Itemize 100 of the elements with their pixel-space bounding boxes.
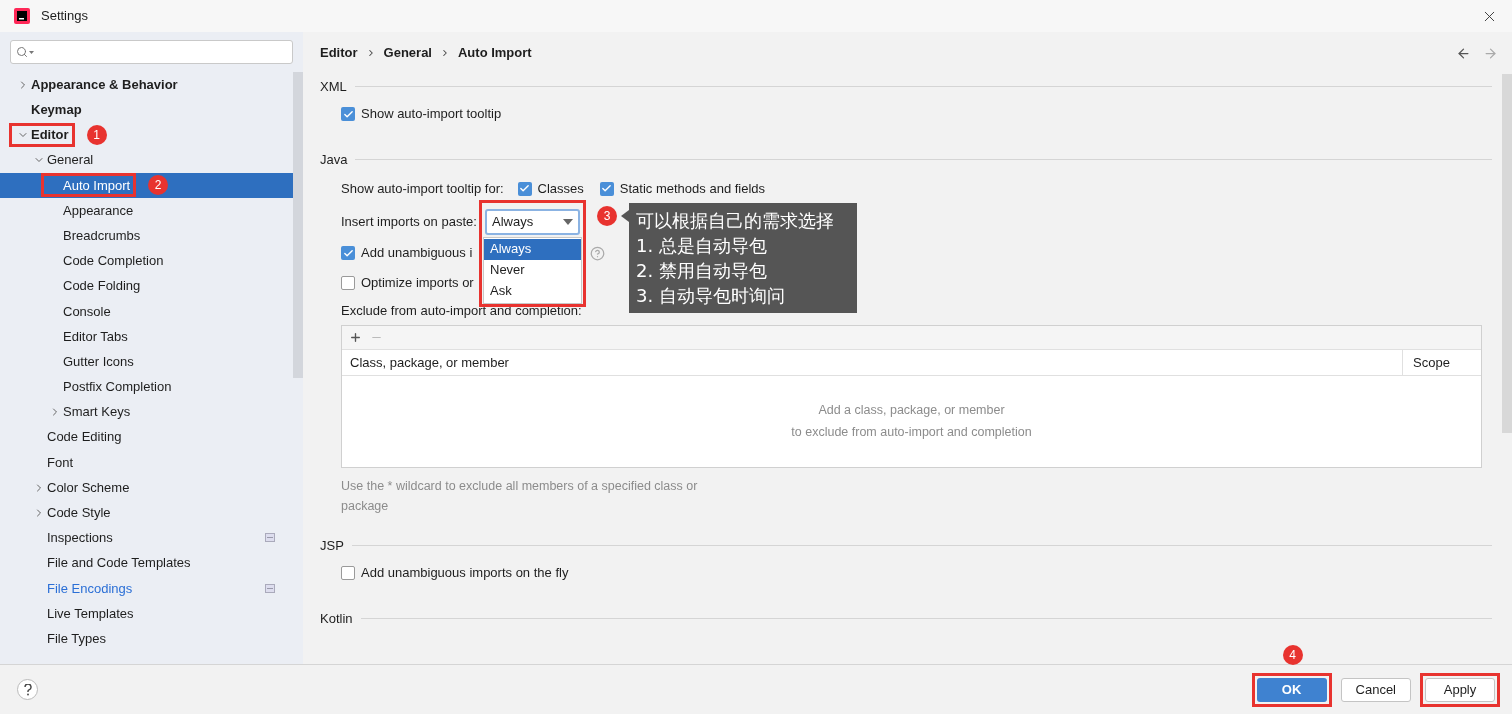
tree-item[interactable]: File Encodings [0, 575, 293, 601]
checkbox-label[interactable]: Add unambiguous i [361, 243, 473, 263]
tree-item[interactable]: General [0, 147, 293, 173]
tree-item-label: Appearance & Behavior [31, 75, 178, 94]
hint-text: Use the * wildcard to exclude all members of a specified class or package [341, 479, 698, 513]
tree-item-label: Smart Keys [63, 403, 131, 422]
dropdown[interactable]: Always [485, 208, 580, 235]
caret-down-icon [563, 218, 573, 225]
dialog-button[interactable]: Apply [1425, 677, 1495, 702]
section-title: JSP [320, 536, 344, 555]
tree-item-label: Editor [31, 126, 69, 145]
checkbox-label[interactable]: Show auto-import tooltip [361, 104, 502, 124]
tree-item[interactable]: Live Templates [0, 600, 293, 627]
question-mark-icon [23, 683, 32, 696]
tree-item[interactable]: Font [0, 449, 293, 475]
tree-item[interactable]: Console [0, 298, 293, 324]
checkbox[interactable] [341, 107, 355, 121]
tree-item-label: Code Style [47, 504, 111, 523]
tree-item[interactable]: Editor Tabs [0, 323, 293, 350]
callout-text: 2. 禁用自动导包 [636, 258, 768, 283]
empty-table-text: Add a class, package, or member [818, 402, 1005, 420]
tree-item-label: Auto Import [63, 176, 131, 195]
tree-item-label: General [47, 151, 94, 170]
empty-table-text: to exclude from auto-import and completion [791, 424, 1032, 441]
tree-item-label: Code Editing [47, 428, 122, 447]
tree-item-label: Color Scheme [47, 478, 130, 497]
step-number-badge: 4 [1282, 644, 1303, 665]
checkbox[interactable] [517, 181, 532, 196]
section-title: Kotlin [320, 609, 353, 628]
tree-item[interactable]: Breadcrumbs [0, 223, 293, 249]
tree-item-label: Inspections [47, 529, 113, 548]
tree-item[interactable]: Code Editing [0, 424, 293, 450]
tree-item[interactable]: File Types [0, 626, 293, 652]
field-label: Insert imports on paste: [341, 212, 478, 231]
dropdown-option[interactable]: Ask [484, 280, 581, 302]
checkbox[interactable] [599, 181, 614, 196]
callout-text: 可以根据自己的需求选择 [636, 208, 835, 233]
tree-item[interactable]: Color Scheme [0, 475, 293, 501]
tree-item-label: Code Completion [63, 252, 164, 271]
scrollbar-thumb[interactable] [1502, 74, 1512, 433]
checkbox-label[interactable]: Optimize imports or [361, 273, 474, 293]
search-icon [16, 46, 28, 58]
tree-item[interactable]: Appearance [0, 197, 293, 224]
breadcrumb-item[interactable]: Auto Import [458, 43, 532, 63]
section-title: XML [320, 77, 347, 96]
tree-item-label: Console [63, 302, 111, 321]
tree-item[interactable]: Smart Keys [0, 399, 293, 425]
tree-item[interactable]: File and Code Templates [0, 550, 293, 576]
dialog-button[interactable]: Cancel [1340, 677, 1411, 702]
tree-item[interactable]: Code Completion [0, 248, 293, 274]
tree-item-label: Keymap [31, 101, 82, 120]
step-number-badge: 2 [148, 175, 169, 196]
tree-item[interactable]: Code Style [0, 500, 293, 526]
step-number-badge: 3 [597, 205, 617, 226]
tree-item-label: Postfix Completion [63, 378, 172, 397]
tree-item-label: File and Code Templates [47, 554, 191, 573]
tree-item[interactable]: Postfix Completion [0, 374, 293, 400]
tree-item-label: Appearance [63, 201, 134, 220]
checkbox-label[interactable]: Static methods and fields [619, 178, 766, 199]
tree-item-label: Breadcrumbs [63, 226, 141, 245]
dropdown-option[interactable]: Never [484, 259, 581, 281]
tree-item-label: Font [47, 453, 73, 472]
tree-item[interactable]: Keymap [0, 97, 293, 123]
ok-button[interactable]: OK [1256, 677, 1327, 702]
checkbox[interactable] [341, 276, 355, 290]
tree-item[interactable]: Gutter Icons [0, 349, 293, 375]
dropdown-value: Always [492, 212, 534, 231]
help-icon[interactable] [590, 245, 606, 261]
column-header[interactable]: Scope [1403, 352, 1481, 373]
callout-text: 3. 自动导包时询问 [636, 283, 786, 308]
add-icon[interactable] [349, 331, 362, 344]
field-label: Exclude from auto-import and completion: [341, 302, 582, 321]
tree-item-label: Gutter Icons [63, 352, 134, 371]
tree-item-label: Editor Tabs [63, 327, 128, 346]
app-logo-icon [14, 8, 30, 24]
search-field[interactable] [10, 40, 293, 64]
tree-item-label: Live Templates [47, 604, 134, 623]
tree-item[interactable]: Editor 1 [0, 122, 293, 148]
tree-item[interactable]: Code Folding [0, 273, 293, 299]
tree-item-label: File Encodings [47, 579, 133, 598]
scrollbar-thumb[interactable] [293, 72, 303, 378]
callout-text: 1. 总是自动导包 [636, 233, 768, 258]
column-header[interactable]: Class, package, or member [342, 350, 1403, 375]
tree-item-label: Code Folding [63, 277, 141, 296]
breadcrumb-item[interactable]: General [383, 43, 432, 63]
checkbox-label[interactable]: Add unambiguous imports on the fly [361, 563, 569, 583]
help-button[interactable] [17, 679, 38, 700]
breadcrumb-separator-icon [440, 48, 450, 58]
step-number-badge: 1 [86, 124, 107, 145]
forward-arrow-icon[interactable] [1483, 45, 1498, 61]
checkbox[interactable] [341, 566, 355, 580]
window-title: Settings [41, 7, 88, 26]
tree-item[interactable]: Appearance & Behavior [0, 72, 293, 98]
checkbox-label[interactable]: Classes [537, 178, 584, 199]
field-label: Show auto-import tooltip for: [341, 179, 504, 198]
breadcrumb-item[interactable]: Editor [320, 43, 358, 63]
tree-item[interactable]: Inspections [0, 525, 293, 551]
dropdown-option[interactable]: Always [484, 238, 581, 260]
tree-item[interactable]: Auto Import 2 [0, 172, 293, 198]
checkbox[interactable] [341, 246, 355, 260]
